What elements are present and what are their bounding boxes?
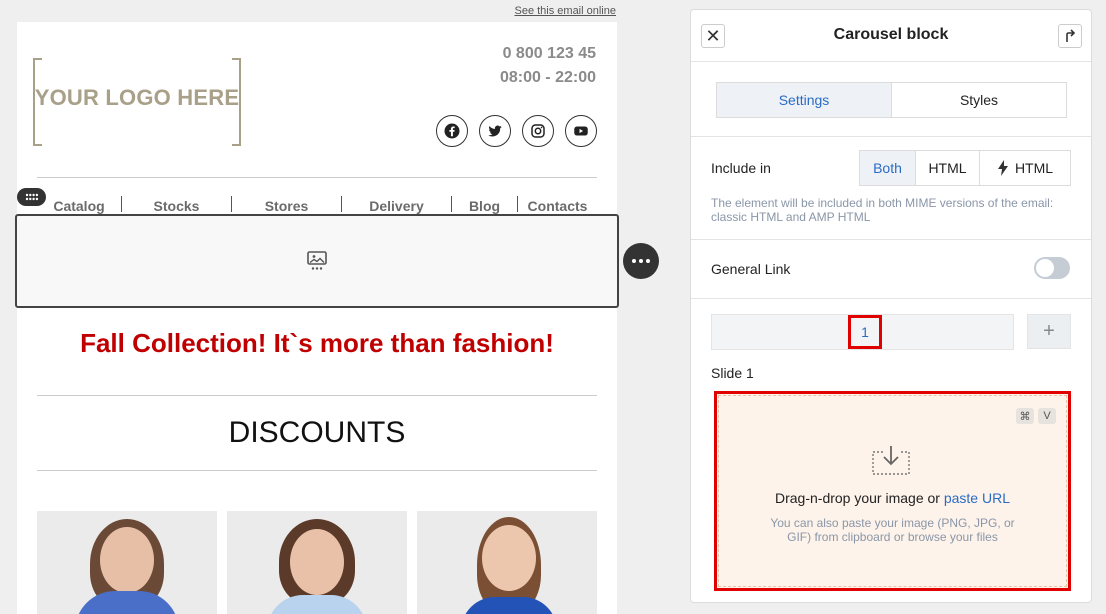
menu-item-delivery[interactable]: Delivery <box>342 196 452 214</box>
menu-item-catalog[interactable]: Catalog <box>37 196 122 214</box>
general-link-label: General Link <box>711 261 791 277</box>
menu-item-contacts[interactable]: Contacts <box>518 196 597 214</box>
menu-item-blog[interactable]: Blog <box>452 196 518 214</box>
include-in-selector: Both HTML HTML <box>859 150 1071 186</box>
lightning-icon <box>997 160 1008 176</box>
divider <box>37 470 597 471</box>
include-html-option[interactable]: HTML <box>916 151 980 185</box>
youtube-icon[interactable] <box>565 115 597 147</box>
menu-item-stores[interactable]: Stores <box>232 196 342 214</box>
include-amp-html-label: HTML <box>1014 160 1054 176</box>
see-online-link[interactable]: See this email online <box>514 5 616 17</box>
paste-shortcut: ⌘ V <box>1016 408 1056 424</box>
settings-panel: ✕ Carousel block Settings Styles Include… <box>690 9 1092 603</box>
social-links <box>436 115 597 147</box>
panel-tabs: Settings Styles <box>716 82 1067 118</box>
include-in-label: Include in <box>711 160 771 176</box>
add-slide-button[interactable]: + <box>1027 314 1071 349</box>
facebook-icon[interactable] <box>436 115 468 147</box>
upload-icon <box>871 444 911 481</box>
divider <box>691 239 1091 240</box>
image-dropzone[interactable]: ⌘ V Drag-n-drop your image or paste URL … <box>714 391 1071 591</box>
dropzone-text-label: Drag-n-drop your image or <box>774 490 944 506</box>
email-canvas: See this email online YOUR LOGO HERE 0 8… <box>15 0 619 614</box>
general-link-toggle[interactable] <box>1034 257 1070 279</box>
logo[interactable]: YOUR LOGO HERE <box>33 58 241 146</box>
tab-settings[interactable]: Settings <box>717 83 892 117</box>
carousel-icon <box>306 250 328 277</box>
divider <box>691 136 1091 137</box>
phone-number[interactable]: 0 800 123 45 <box>503 45 596 63</box>
product-image[interactable] <box>37 511 217 614</box>
product-image[interactable] <box>417 511 597 614</box>
email-preheader: See this email online <box>17 0 617 22</box>
include-in-note: The element will be included in both MIM… <box>711 196 1054 224</box>
section-title[interactable]: DISCOUNTS <box>17 416 617 450</box>
collapse-panel-icon[interactable] <box>1058 24 1082 48</box>
include-both-option[interactable]: Both <box>860 151 916 185</box>
working-hours: 08:00 - 22:00 <box>499 69 596 86</box>
dropzone-text: Drag-n-drop your image or paste URL <box>717 490 1068 506</box>
headline[interactable]: Fall Collection! It`s more than fashion! <box>17 328 617 359</box>
paste-url-link[interactable]: paste URL <box>944 490 1010 506</box>
slide-tab-1[interactable]: 1 <box>848 315 882 349</box>
panel-title: Carousel block <box>833 26 949 43</box>
divider <box>37 177 597 178</box>
divider <box>691 298 1091 299</box>
more-options-button[interactable] <box>623 243 659 279</box>
divider <box>37 395 597 396</box>
include-amp-html-option[interactable]: HTML <box>980 151 1070 185</box>
cmd-key: ⌘ <box>1016 408 1034 424</box>
drag-handle-icon[interactable] <box>17 188 46 206</box>
menu-item-stocks[interactable]: Stocks <box>122 196 232 214</box>
v-key: V <box>1038 408 1056 424</box>
logo-text: YOUR LOGO HERE <box>34 85 240 110</box>
slide-label: Slide 1 <box>711 365 754 381</box>
carousel-block[interactable] <box>15 214 619 308</box>
dropzone-hint: You can also paste your image (PNG, JPG,… <box>770 516 1015 544</box>
twitter-icon[interactable] <box>479 115 511 147</box>
instagram-icon[interactable] <box>522 115 554 147</box>
slide-tabs: 1 <box>711 314 1014 350</box>
tab-styles[interactable]: Styles <box>892 83 1066 117</box>
panel-header: ✕ Carousel block <box>691 10 1091 62</box>
product-image[interactable] <box>227 511 407 614</box>
